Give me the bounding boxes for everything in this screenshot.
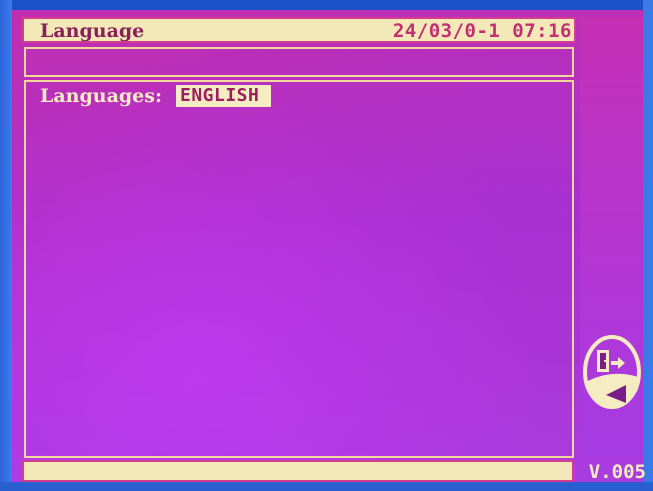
bezel-top xyxy=(8,0,645,10)
exit-button[interactable] xyxy=(580,331,644,413)
version-label: V.005 xyxy=(588,461,646,483)
bezel-bottom xyxy=(0,482,653,491)
language-label: Languages: xyxy=(40,85,162,107)
title-bar: Language 24/03/0-1 07:16 xyxy=(22,17,576,43)
sub-header-bar xyxy=(24,47,574,77)
bezel-right xyxy=(643,0,653,491)
page-title: Language xyxy=(40,20,145,42)
content-panel xyxy=(24,80,574,458)
bezel-left xyxy=(0,0,12,491)
status-bar xyxy=(22,460,574,482)
language-select[interactable]: ENGLISH xyxy=(175,85,272,107)
device-screen: Language 24/03/0-1 07:16 Languages: ENGL… xyxy=(0,0,653,491)
exit-door-icon xyxy=(583,335,641,409)
language-setting-row: Languages: ENGLISH xyxy=(40,84,272,108)
datetime-display: 24/03/0-1 07:16 xyxy=(392,20,572,42)
